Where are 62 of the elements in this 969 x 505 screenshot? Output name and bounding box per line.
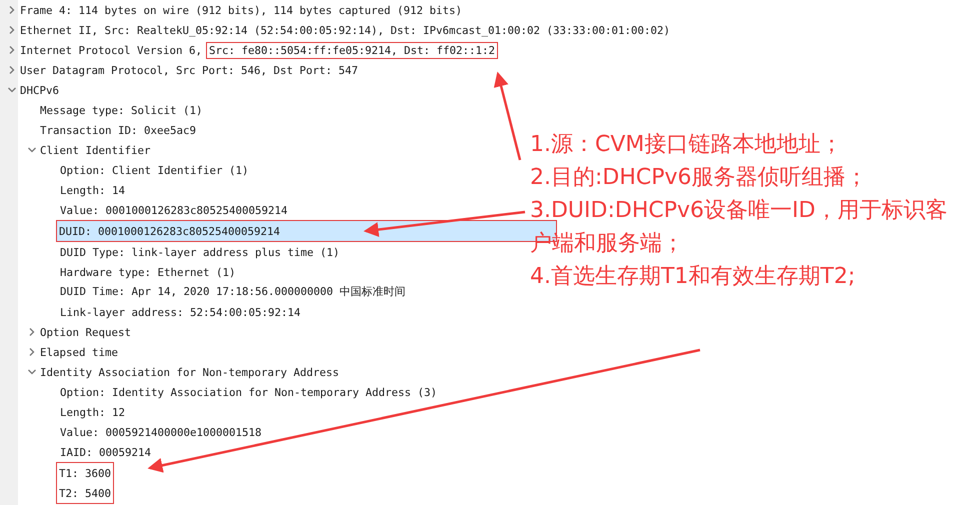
tree-row[interactable]: DUID Type: link-layer address plus time (1) (0, 242, 340, 262)
tree-row[interactable]: Transaction ID: 0xee5ac9 (0, 120, 196, 140)
tree-row[interactable]: Internet Protocol Version 6, Src: fe80::5054:ff:fe05:9214, Dst: ff02::1:2 (0, 40, 498, 60)
tree-item-text: Value: 0001000126283c80525400059214 (60, 204, 288, 216)
chevron-icon[interactable] (28, 348, 36, 356)
chevron-icon[interactable] (28, 368, 36, 376)
annotation-text: 4.首选生存期T1和有效生存期T2; (530, 263, 856, 291)
chevron-icon[interactable] (8, 6, 16, 14)
chevron-icon[interactable] (8, 66, 16, 74)
tree-row[interactable]: IAID: 00059214 (0, 442, 152, 462)
tree-row[interactable]: Identity Association for Non-temporary Address (0, 362, 340, 382)
tree-item-text: DUID Type: link-layer address plus time (1) (60, 246, 340, 258)
tree-item-text: Option: Identity Association for Non-temporary Address (3) (60, 386, 438, 398)
annotation-text: 2.目的:DHCPv6服务器侦听组播； (530, 164, 869, 192)
tree-item-text: Length: 14 (60, 184, 126, 196)
tree-item-text: Frame 4: 114 bytes on wire (912 bits), 114 bytes captured (912 bits) (20, 4, 462, 16)
tree-row[interactable]: User Datagram Protocol, Src Port: 546, Dst Port: 547 (0, 60, 358, 80)
tree-row[interactable]: Ethernet II, Src: RealtekU_05:92:14 (52:54:00:05:92:14), Dst: IPv6mcast_01:00:02 (33:33:00:01:00:02) (0, 20, 670, 40)
tree-item-text: T1: 3600 (59, 466, 112, 480)
tree-row[interactable]: Length: 12 (0, 402, 126, 422)
tree-row[interactable]: Frame 4: 114 bytes on wire (912 bits), 114 bytes captured (912 bits) (0, 0, 462, 20)
tree-item-text: Transaction ID: 0xee5ac9 (40, 124, 196, 136)
tree-row[interactable]: Length: 14 (0, 180, 126, 200)
tree-item-text: DHCPv6 (20, 84, 60, 96)
tree-item-text: Internet Protocol Version 6, (20, 44, 202, 56)
tree-item-text: Elapsed time (40, 346, 118, 358)
tree-item-text: Message type: Solicit (1) (40, 104, 203, 116)
tree-row[interactable]: Message type: Solicit (1) (0, 100, 203, 120)
tree-item-text: Option: Client Identifier (1) (60, 164, 249, 176)
tree-row[interactable]: Value: 0005921400000e1000001518 (0, 422, 262, 442)
tree-row[interactable]: Value: 0001000126283c80525400059214 (0, 200, 288, 220)
chevron-icon[interactable] (8, 26, 16, 34)
tree-item-text: Link-layer address: 52:54:00:05:92:14 (60, 306, 301, 318)
tree-row[interactable]: T2: 5400 (59, 483, 112, 503)
tree-item-text: Hardware type: Ethernet (1) (60, 266, 236, 278)
chevron-icon[interactable] (8, 86, 16, 94)
tree-row[interactable]: Client Identifier (0, 140, 151, 160)
tree-row[interactable]: Link-layer address: 52:54:00:05:92:14 (0, 302, 301, 322)
tree-row[interactable]: DUID Time: Apr 14, 2020 17:18:56.000000000 中国标准时间 (0, 282, 406, 302)
tree-item-text: Value: 0005921400000e1000001518 (60, 426, 262, 438)
chevron-icon[interactable] (28, 146, 36, 154)
tree-item-text: Client Identifier (40, 144, 151, 156)
tree-item-text: User Datagram Protocol, Src Port: 546, Dst Port: 547 (20, 64, 358, 76)
chevron-icon[interactable] (8, 46, 16, 54)
tree-item-text: Option Request (40, 326, 132, 338)
chevron-icon[interactable] (28, 328, 36, 336)
tree-row[interactable]: DHCPv6 (0, 80, 60, 100)
tree-item-text: IAID: 00059214 (60, 446, 152, 458)
tree-row[interactable]: Option: Identity Association for Non-temporary Address (3) (0, 382, 438, 402)
tree-item-text: Identity Association for Non-temporary Address (40, 366, 340, 378)
tree-item-text: DUID Time: Apr 14, 2020 17:18:56.000000000 中国标准时间 (60, 285, 406, 299)
tree-item-text: Src: fe80::5054:ff:fe05:9214, Dst: ff02::1:2 (209, 44, 496, 56)
tree-item-text: Length: 12 (60, 406, 126, 418)
tree-row[interactable]: Hardware type: Ethernet (1) (0, 262, 236, 282)
tree-item-text: T2: 5400 (59, 486, 112, 500)
tree-row[interactable]: Elapsed time (0, 342, 118, 362)
tree-row[interactable]: Option: Client Identifier (1) (0, 160, 249, 180)
tree-row[interactable]: Option Request (0, 322, 132, 342)
tree-row[interactable]: T1: 3600 (59, 463, 112, 483)
annotation-text: 1.源：CVM接口链路本地地址； (530, 131, 844, 159)
tree-item-text: DUID: 0001000126283c80525400059214 (59, 224, 280, 238)
tree-item-text: Ethernet II, Src: RealtekU_05:92:14 (52:54:00:05:92:14), Dst: IPv6mcast_01:00:02 (33:33:00:01:00:02) (20, 24, 670, 36)
